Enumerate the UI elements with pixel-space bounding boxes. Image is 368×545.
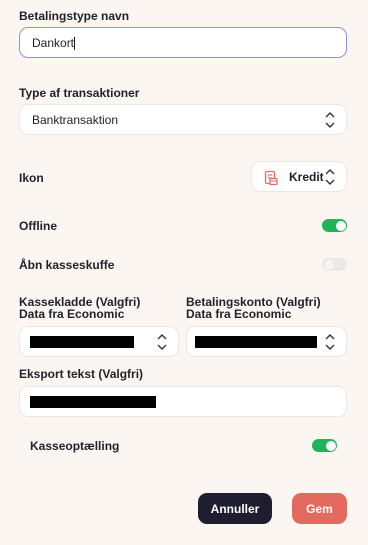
toggle-knob <box>335 220 346 231</box>
payment-type-name-input[interactable]: Dankort <box>19 27 347 58</box>
payment-type-form: Betalingstype navn Dankort Type af trans… <box>0 0 368 545</box>
payment-type-name-value: Dankort <box>32 35 75 50</box>
icon-select[interactable]: Kredit <box>251 161 347 192</box>
save-button[interactable]: Gem <box>292 493 347 524</box>
cancel-button[interactable]: Annuller <box>198 493 272 524</box>
cash-count-toggle[interactable] <box>312 439 337 452</box>
transaction-type-select[interactable]: Banktransaktion <box>19 104 347 135</box>
export-text-input[interactable] <box>19 386 347 417</box>
toggle-knob <box>323 259 334 270</box>
icon-label: Ikon <box>19 171 44 185</box>
icon-value: Kredit <box>289 169 324 184</box>
cash-count-label: Kasseoptælling <box>30 439 120 453</box>
cashbook-sublabel: Data fra Economic <box>19 307 125 321</box>
cashbook-select[interactable] <box>19 326 179 357</box>
transaction-type-label: Type af transaktioner <box>19 86 140 100</box>
offline-toggle[interactable] <box>322 219 347 232</box>
select-chevrons-icon <box>156 332 168 352</box>
redacted-value <box>195 336 317 348</box>
toggle-knob <box>325 440 336 451</box>
payment-account-select[interactable] <box>186 326 347 357</box>
credit-receipt-icon <box>264 170 278 186</box>
open-drawer-toggle[interactable] <box>322 258 347 271</box>
offline-label: Offline <box>19 219 57 233</box>
select-chevrons-icon <box>324 167 336 187</box>
redacted-value <box>30 396 156 408</box>
export-text-label: Eksport tekst (Valgfri) <box>19 367 144 381</box>
payment-type-name-label: Betalingstype navn <box>19 9 130 23</box>
select-chevrons-icon <box>324 110 336 130</box>
text-caret <box>74 36 76 50</box>
select-chevrons-icon <box>324 332 336 352</box>
payment-account-sublabel: Data fra Economic <box>186 307 292 321</box>
open-drawer-label: Åbn kasseskuffe <box>19 258 115 272</box>
transaction-type-value: Banktransaktion <box>32 112 119 127</box>
redacted-value <box>30 336 134 348</box>
